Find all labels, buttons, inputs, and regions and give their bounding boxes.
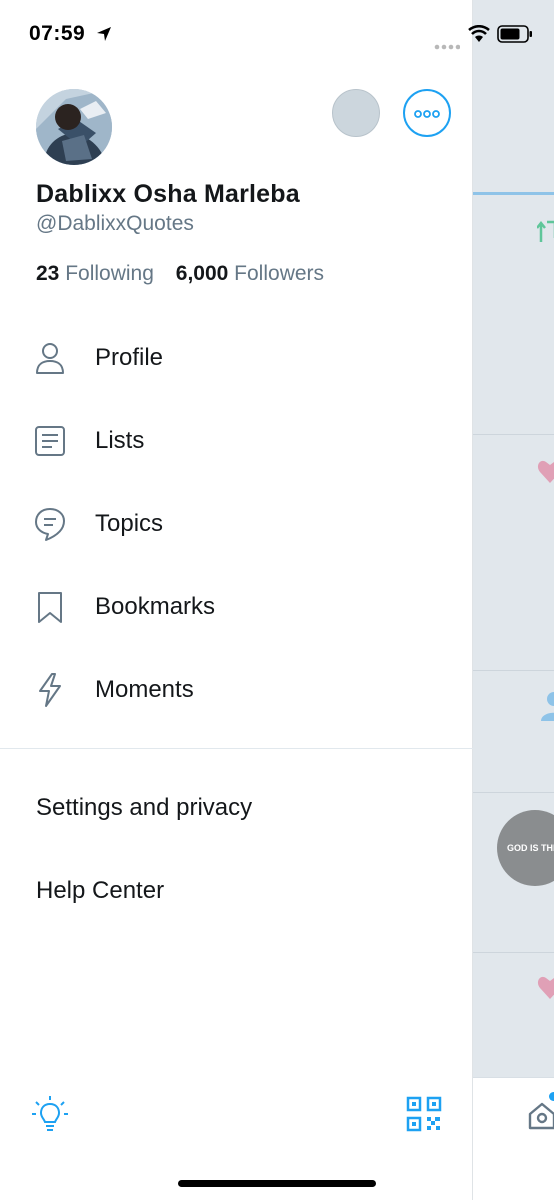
signal-icon: [434, 37, 461, 55]
timeline-tab-bar: [473, 1077, 554, 1200]
list-icon: [35, 426, 65, 456]
profile-avatar[interactable]: [36, 89, 112, 165]
followers-label: Followers: [234, 262, 325, 285]
more-options-button[interactable]: [403, 89, 451, 137]
topics-icon: [35, 508, 65, 541]
battery-icon: [497, 25, 533, 48]
more-dots-icon: [414, 110, 440, 118]
qr-code-icon[interactable]: [406, 1096, 442, 1137]
timeline-divider: [473, 952, 554, 953]
timeline-avatar: GOD IS THE PL: [497, 810, 554, 886]
menu-label: Profile: [95, 344, 164, 371]
settings-and-privacy-link[interactable]: Settings and privacy: [0, 778, 473, 838]
user-handle[interactable]: @DablixxQuotes: [36, 212, 194, 236]
bookmark-icon: [38, 592, 62, 623]
menu-item-topics[interactable]: Topics: [0, 488, 473, 560]
status-time: 07:59: [29, 22, 86, 45]
menu-label: Moments: [95, 676, 194, 703]
display-name[interactable]: Dablixx Osha Marleba: [36, 180, 300, 209]
heart-icon: [537, 456, 554, 489]
retweet-icon: [536, 218, 554, 249]
status-bar: 07:59: [0, 0, 554, 70]
follow-stats: 23 Following 6,000 Followers: [36, 262, 324, 286]
following-label: Following: [65, 262, 154, 285]
settings-label: Settings and privacy: [36, 794, 253, 821]
timeline-divider: [473, 670, 554, 671]
help-center-link[interactable]: Help Center: [0, 861, 473, 921]
menu-label: Bookmarks: [95, 593, 216, 620]
menu-item-lists[interactable]: Lists: [0, 405, 473, 477]
home-indicator: [178, 1180, 376, 1187]
wifi-icon: [468, 24, 490, 48]
followers-count: 6,000: [175, 262, 229, 285]
person-icon: [36, 343, 64, 374]
timeline-divider: [473, 792, 554, 793]
followers-link[interactable]: 6,000 Followers: [176, 262, 324, 285]
following-link[interactable]: 23 Following: [36, 262, 160, 285]
account-switch-avatar[interactable]: [332, 89, 380, 137]
notification-dot: [549, 1092, 554, 1101]
menu-item-moments[interactable]: Moments: [0, 654, 473, 726]
lightbulb-icon[interactable]: [30, 1094, 70, 1139]
menu-item-bookmarks[interactable]: Bookmarks: [0, 571, 473, 643]
menu-label: Lists: [95, 427, 145, 454]
background-timeline: GOD IS THE PL: [473, 0, 554, 1200]
menu-label: Topics: [95, 510, 164, 537]
following-count: 23: [36, 262, 60, 285]
location-arrow-icon: [96, 26, 112, 47]
side-drawer: Dablixx Osha Marleba @DablixxQuotes 23 F…: [0, 0, 473, 1200]
home-icon[interactable]: [527, 1101, 554, 1136]
lightning-icon: [39, 673, 61, 707]
timeline-header-line: [473, 192, 554, 195]
menu-item-profile[interactable]: Profile: [0, 322, 473, 394]
menu-divider: [0, 748, 473, 749]
timeline-divider: [473, 434, 554, 435]
heart-icon: [537, 972, 554, 1005]
help-center-label: Help Center: [36, 877, 165, 904]
person-icon: [541, 690, 554, 727]
